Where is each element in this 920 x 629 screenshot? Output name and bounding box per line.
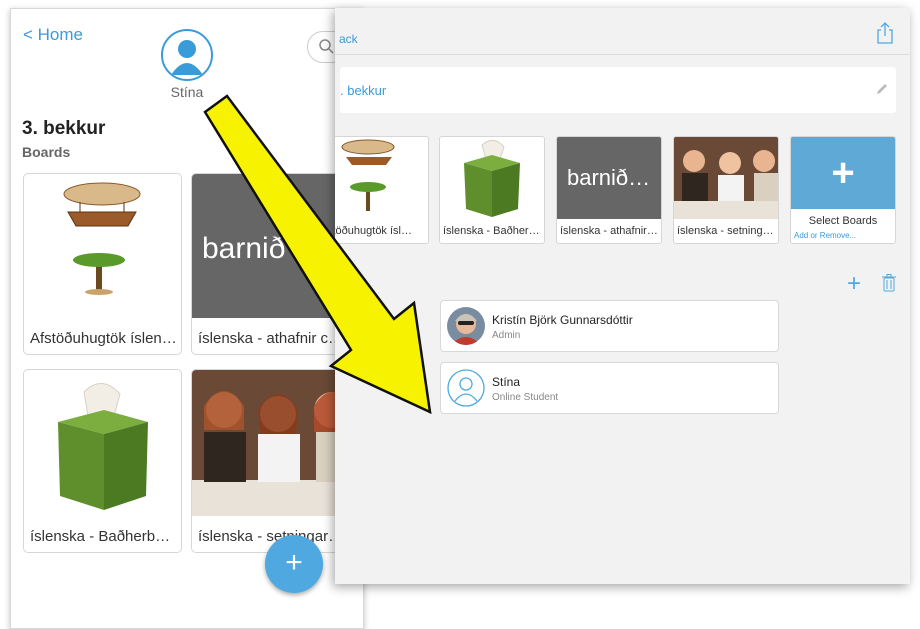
text-board-image: barnið b — [192, 174, 352, 318]
member-row-stina[interactable]: Stína Online Student — [440, 362, 779, 414]
select-boards-label: Select Boards — [808, 215, 878, 227]
phone-screen: < Home Stína 3. bekkur Boards Afstöðuhug… — [10, 8, 364, 629]
mini-board-caption: íslenska - athafnir… — [560, 225, 658, 237]
member-role: Admin — [492, 330, 521, 341]
panel-toolbar: ack — [335, 8, 910, 55]
board-title: 3. bekkur — [22, 118, 106, 139]
women-photo — [674, 137, 778, 219]
board-name: . bekkur — [340, 83, 387, 98]
airship-image — [335, 137, 428, 219]
share-icon[interactable] — [876, 22, 894, 44]
mini-board-afstoduhugtok[interactable]: stöðuhugtök ísl… — [335, 136, 429, 244]
trash-icon[interactable] — [882, 274, 896, 292]
airship-image — [24, 174, 181, 318]
back-link[interactable]: ack — [339, 32, 358, 46]
members-heading: bers — [335, 274, 367, 291]
tile-caption: íslenska - Baðherbe… — [30, 528, 177, 545]
board-detail-panel: ack . bekkur stöðuhugtök ísl… íslenska -… — [335, 8, 910, 584]
member-name: Stína — [492, 375, 521, 389]
tissue-box-image — [440, 137, 544, 219]
member-avatar — [447, 369, 485, 407]
person-icon — [171, 40, 203, 75]
home-link[interactable]: < Home — [23, 25, 83, 45]
boards-label: Boards — [22, 144, 71, 160]
board-image-text: barnið… — [567, 165, 651, 190]
board-tile-afstoduhugtok[interactable]: Afstöðuhugtök íslen… — [23, 173, 182, 355]
board-tile-athafnir[interactable]: barnið b íslenska - athafnir c… — [191, 173, 353, 355]
board-tile-setningar[interactable]: íslenska - setningar… — [191, 369, 353, 553]
mini-board-badherbergi[interactable]: íslenska - Baðher… — [439, 136, 545, 244]
mini-board-caption: stöðuhugtök ísl… — [335, 225, 412, 237]
select-boards-button[interactable]: + Select Boards Add or Remove... — [790, 136, 896, 244]
board-tile-badherbergi[interactable]: íslenska - Baðherbe… — [23, 369, 182, 553]
search-icon — [319, 39, 334, 54]
board-name-card[interactable]: . bekkur — [340, 67, 896, 113]
women-photo — [192, 370, 352, 516]
member-name: Kristín Björk Gunnarsdóttir — [492, 313, 633, 327]
text-board-image: barnið… — [557, 137, 661, 219]
user-avatar[interactable] — [161, 29, 213, 81]
tile-caption: íslenska - athafnir c… — [198, 330, 344, 347]
mini-board-caption: íslenska - setning… — [677, 225, 774, 237]
member-role: Online Student — [492, 392, 559, 403]
plus-icon: + — [791, 137, 895, 209]
user-name: Stína — [170, 84, 204, 100]
add-or-remove-link[interactable]: Add or Remove... — [794, 231, 856, 240]
mini-board-athafnir[interactable]: barnið… íslenska - athafnir… — [556, 136, 662, 244]
tile-caption: Afstöðuhugtök íslen… — [30, 330, 177, 347]
member-row-kristin[interactable]: Kristín Björk Gunnarsdóttir Admin — [440, 300, 779, 352]
board-image-text: barnið b — [202, 232, 311, 265]
tissue-box-image — [24, 370, 181, 516]
add-member-button[interactable]: + — [847, 270, 861, 298]
mini-board-caption: íslenska - Baðher… — [443, 225, 540, 237]
pencil-icon[interactable] — [876, 83, 888, 95]
mini-board-setningar[interactable]: íslenska - setning… — [673, 136, 779, 244]
member-avatar — [447, 307, 485, 345]
add-board-button[interactable]: + — [265, 535, 323, 593]
person-outline-icon — [447, 369, 485, 407]
